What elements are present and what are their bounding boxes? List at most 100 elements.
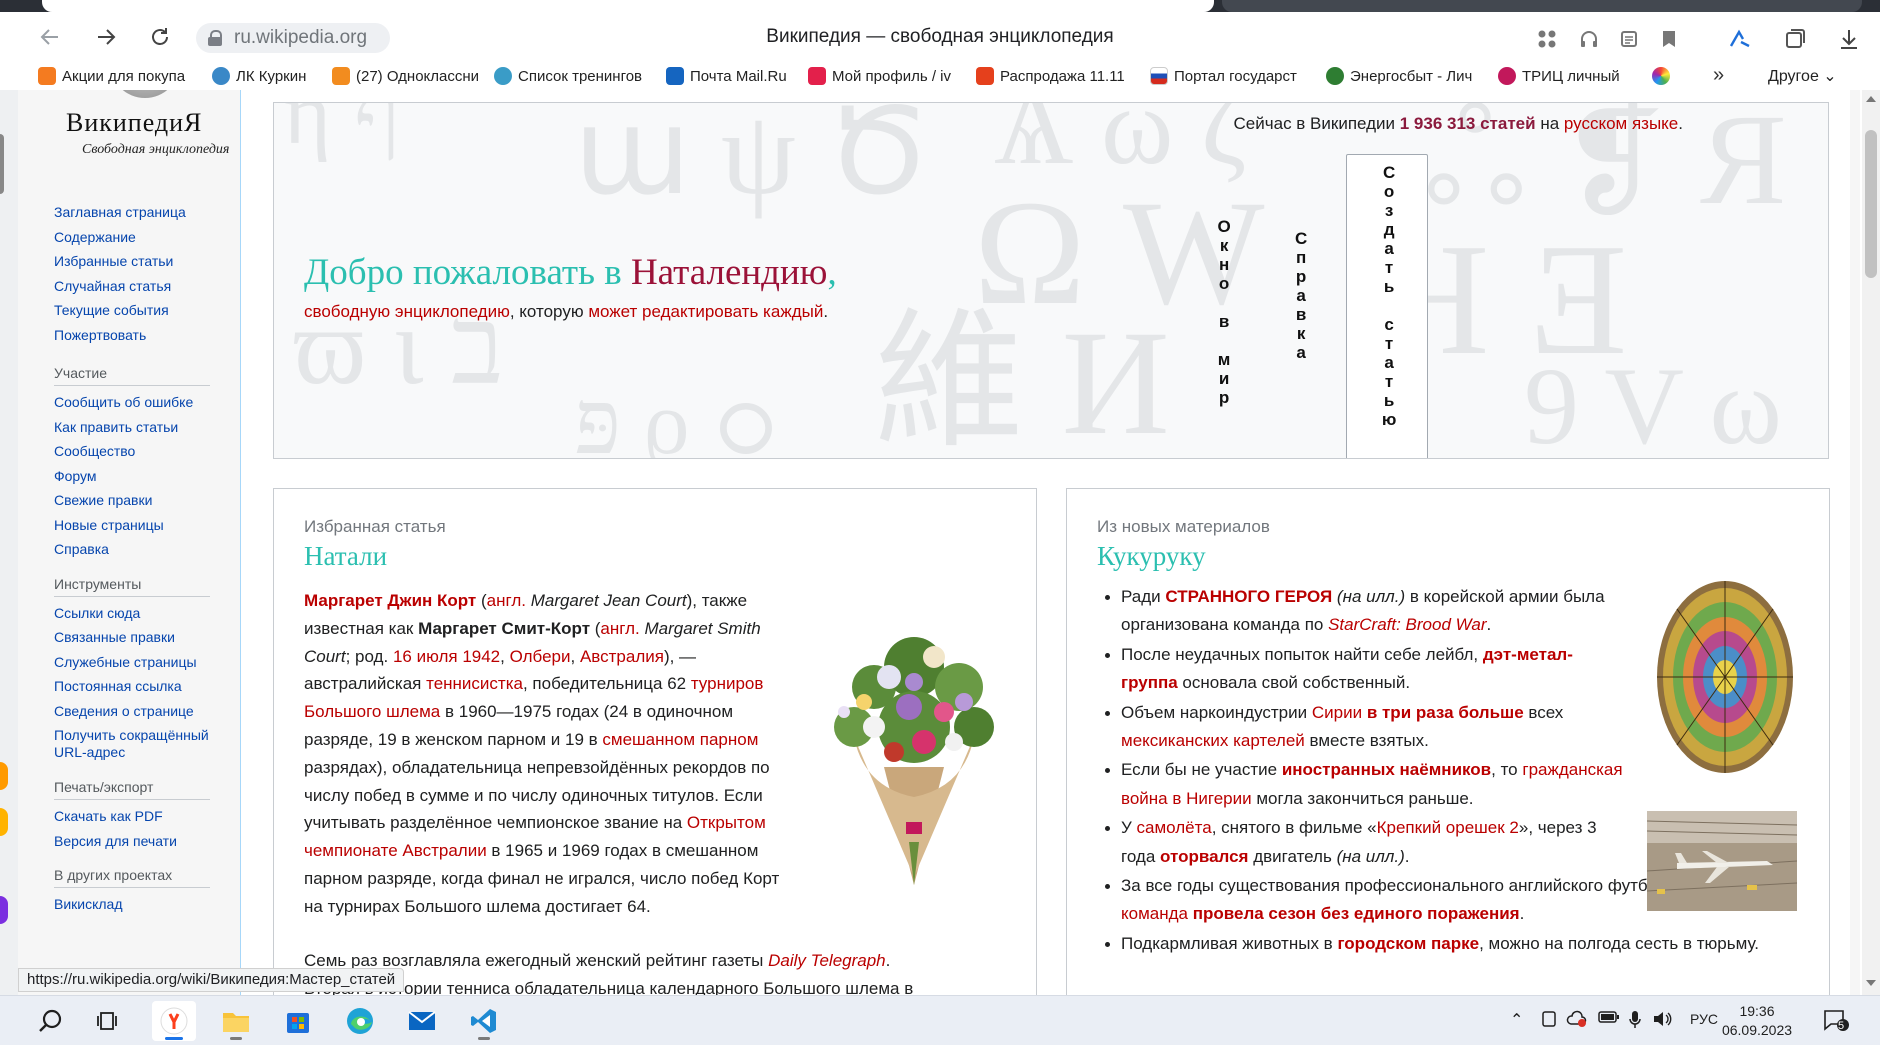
sidebar-link[interactable]: Сведения о странице <box>54 699 218 724</box>
bookmark-item[interactable]: Энергосбыт - Лич <box>1326 64 1484 88</box>
reload-button[interactable] <box>142 20 178 54</box>
sidebar-link[interactable]: Текущие события <box>54 298 218 323</box>
article-link[interactable]: Крепкий орешек 2 <box>1377 818 1519 837</box>
scrollbar-thumb[interactable] <box>1865 130 1877 278</box>
chevron-up-icon[interactable]: ⌃ <box>1510 1010 1523 1030</box>
bookmark-item[interactable]: Список тренингов <box>494 64 652 88</box>
anyone-can-edit-link[interactable]: может редактировать каждый <box>588 302 823 321</box>
scroll-up-arrow-icon[interactable] <box>1866 96 1876 102</box>
sidebar-link[interactable]: Новые страницы <box>54 513 218 538</box>
featured-article-link[interactable]: Маргарет Джин Корт <box>304 591 476 610</box>
reader-mode-icon[interactable] <box>1614 26 1644 52</box>
article-link[interactable]: 1942 <box>462 647 500 666</box>
mail-taskbar-button[interactable] <box>400 1001 444 1041</box>
help-link[interactable]: Справка <box>1289 229 1312 362</box>
headphones-icon[interactable] <box>1574 26 1604 52</box>
article-link[interactable]: оторвался <box>1160 847 1248 866</box>
mandala-image[interactable] <box>1655 577 1795 777</box>
free-encyclopedia-link[interactable]: свободную энциклопедию <box>304 302 510 321</box>
vscode-taskbar-button[interactable] <box>462 1001 506 1041</box>
tab-active[interactable] <box>42 0 1214 12</box>
sidebar-link[interactable]: Содержание <box>54 225 218 250</box>
wikipedia-logo[interactable]: ВикипедиЯ Свободная энциклопедия <box>48 90 238 170</box>
sidebar-link[interactable]: Версия для печати <box>54 829 218 854</box>
language-link[interactable]: русском языке <box>1564 114 1678 133</box>
sidebar-link[interactable]: Служебные страницы <box>54 650 218 675</box>
sidebar-link[interactable]: Свежие правки <box>54 488 218 513</box>
article-link[interactable]: дэт-метал-группа <box>1121 645 1573 692</box>
side-panel-handle[interactable] <box>0 134 4 194</box>
back-button[interactable] <box>32 20 68 54</box>
article-link[interactable]: Олбери <box>510 647 571 666</box>
bookmark-item[interactable]: ЛК Куркин <box>212 64 318 88</box>
store-taskbar-button[interactable] <box>276 1001 320 1041</box>
article-link[interactable]: смешанном парном <box>602 730 758 749</box>
speaker-icon[interactable] <box>1652 1010 1674 1033</box>
create-article-button[interactable]: Создать статью <box>1346 154 1428 458</box>
bookmark-item[interactable]: Акции для покупа <box>38 64 198 88</box>
collections-icon[interactable] <box>1780 26 1810 52</box>
sidebar-link[interactable]: Заглавная страница <box>54 200 218 225</box>
forward-button[interactable] <box>88 20 124 54</box>
new-materials-title[interactable]: Кукуруку <box>1097 541 1206 572</box>
article-link[interactable]: мексиканских картелей <box>1121 731 1305 750</box>
article-link[interactable]: в три раза больше <box>1367 703 1524 722</box>
sidebar-link[interactable]: Пожертвовать <box>54 323 218 348</box>
bookmarks-overflow-button[interactable]: » <box>1713 64 1724 87</box>
address-bar[interactable]: ru.wikipedia.org <box>196 23 390 53</box>
yandex-browser-taskbar-button[interactable] <box>152 1001 196 1041</box>
sidebar-link[interactable]: Скачать как PDF <box>54 804 218 829</box>
article-link[interactable]: Сирии <box>1312 703 1362 722</box>
sidebar-link[interactable]: Связанные правки <box>54 625 218 650</box>
tab-inactive[interactable] <box>1222 0 1862 12</box>
task-view-button[interactable] <box>86 1001 130 1041</box>
sidebar-link[interactable]: Сообщить об ошибке <box>54 390 218 415</box>
translate-icon[interactable] <box>1726 26 1756 52</box>
microphone-icon[interactable] <box>1628 1010 1642 1035</box>
bookmark-item[interactable]: (27) Одноклассни <box>332 64 480 88</box>
bookmark-item[interactable]: Почта Mail.Ru <box>666 64 794 88</box>
article-count-link[interactable]: 1 936 313 статей <box>1400 114 1536 133</box>
sidebar-link[interactable]: Как править статьи <box>54 415 218 440</box>
download-icon[interactable] <box>1834 26 1864 52</box>
sidebar-link[interactable]: Форум <box>54 464 218 489</box>
article-link[interactable]: 16 июля <box>393 647 458 666</box>
notification-center-icon[interactable] <box>1822 1008 1850 1037</box>
article-link[interactable]: англ. <box>487 591 526 610</box>
article-link[interactable]: СТРАННОГО ГЕРОЯ <box>1165 587 1332 606</box>
article-link[interactable]: провела сезон без единого поражения <box>1193 904 1520 923</box>
article-link[interactable]: StarCraft: Brood War <box>1328 615 1486 634</box>
search-button[interactable] <box>28 1001 72 1041</box>
article-link[interactable]: турниров Большого шлема <box>304 674 763 721</box>
system-clock[interactable]: 19:36 06.09.2023 <box>1712 1002 1802 1040</box>
bookmark-item[interactable]: Портал государст <box>1150 64 1312 88</box>
article-link[interactable]: англ. <box>600 619 639 638</box>
article-link[interactable]: Daily Telegraph <box>768 951 886 970</box>
window-to-world-link[interactable]: Окно в мир <box>1212 217 1235 407</box>
sidebar-link[interactable]: Избранные статьи <box>54 249 218 274</box>
extensions-icon[interactable] <box>1532 26 1562 52</box>
side-app-icon[interactable] <box>0 808 8 836</box>
bookmark-item[interactable] <box>1652 64 1674 88</box>
bookmark-item[interactable]: ТРИЦ личный <box>1498 64 1638 88</box>
sidebar-link[interactable]: Получить сокращённый URL-адрес <box>54 723 218 765</box>
battery-icon[interactable] <box>1598 1010 1620 1029</box>
featured-article-title[interactable]: Натали <box>304 541 387 572</box>
article-link[interactable]: самолёта <box>1137 818 1212 837</box>
bookmark-item[interactable]: Мой профиль / iv <box>808 64 962 88</box>
bookmarks-other-folder[interactable]: Другое ⌄ <box>1768 66 1837 86</box>
scroll-down-arrow-icon[interactable] <box>1866 980 1876 986</box>
article-link[interactable]: Австралия <box>580 647 664 666</box>
tablet-icon[interactable] <box>1540 1010 1558 1033</box>
article-link[interactable]: теннисистка <box>426 674 523 693</box>
side-app-icon[interactable] <box>0 896 8 924</box>
airplane-image[interactable] <box>1647 811 1797 911</box>
vertical-scrollbar[interactable] <box>1862 90 1880 995</box>
bookmark-icon[interactable] <box>1654 26 1684 52</box>
edge-taskbar-button[interactable] <box>338 1001 382 1041</box>
article-link[interactable]: Открытом чемпионате Австралии <box>304 813 766 860</box>
bouquet-image[interactable] <box>814 617 1014 885</box>
article-link[interactable]: городском парке <box>1337 934 1479 953</box>
file-explorer-taskbar-button[interactable] <box>214 1001 258 1041</box>
sidebar-link[interactable]: Постоянная ссылка <box>54 674 218 699</box>
